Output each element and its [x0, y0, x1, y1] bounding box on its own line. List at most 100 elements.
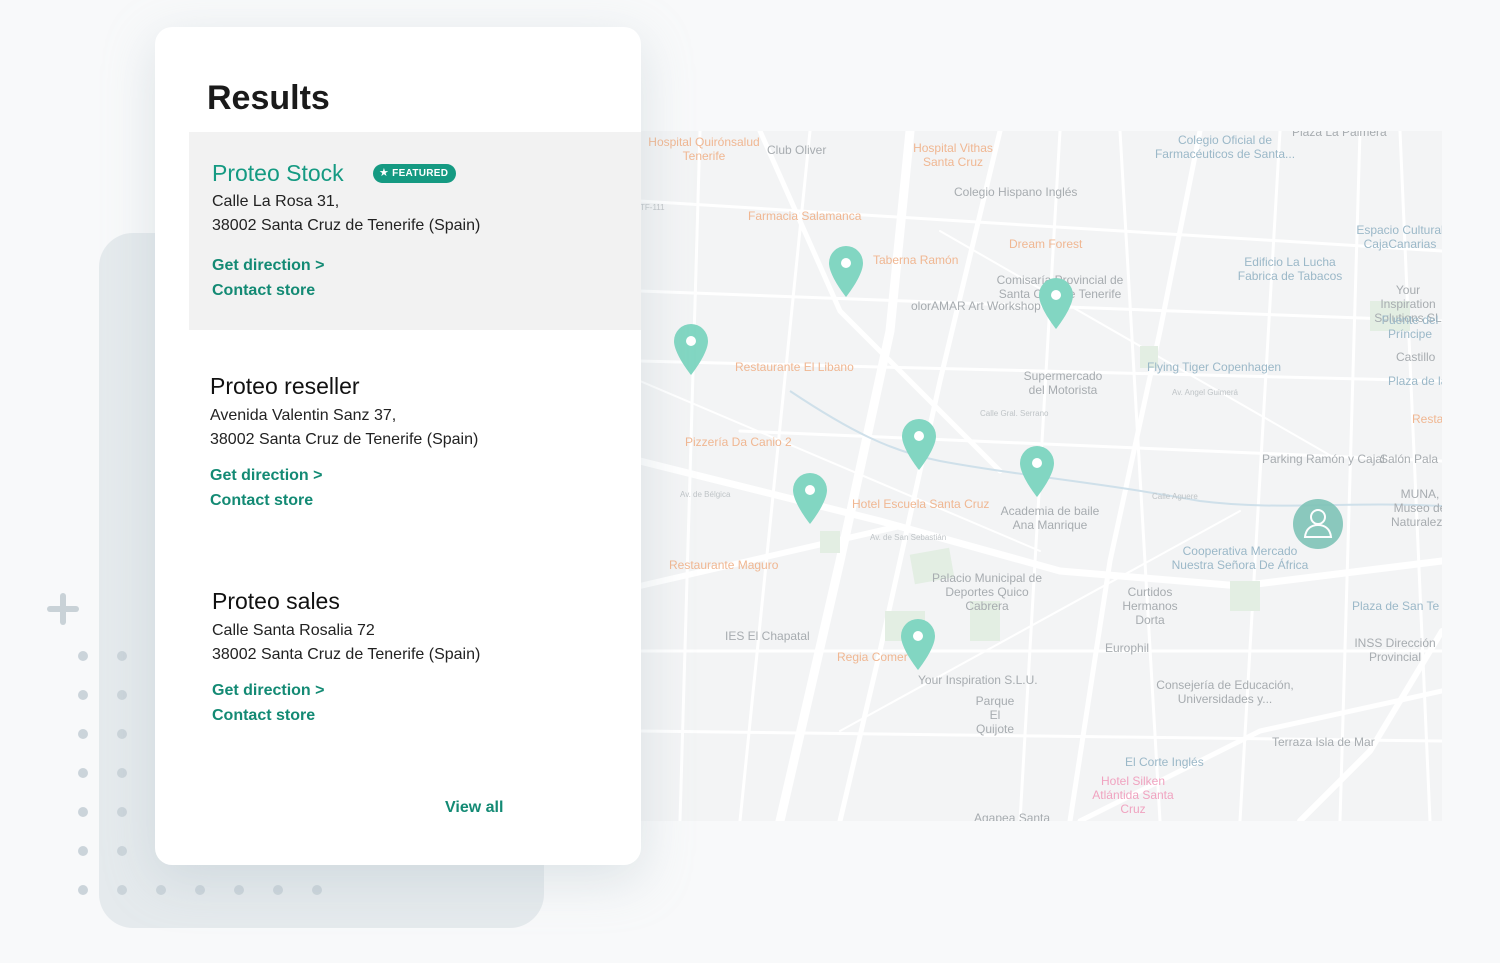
result-address-line1: Calle La Rosa 31,: [212, 193, 340, 210]
decorative-dot: [117, 690, 127, 700]
map-label: Academia de baile Ana Manrique: [1000, 504, 1100, 532]
plus-decoration-icon: [47, 593, 79, 625]
map-label: Hotel Silken Atlántida Santa Cruz: [1092, 774, 1174, 816]
result-item-proteo-sales[interactable]: Proteo sales Calle Santa Rosalia 72 3800…: [155, 582, 641, 742]
result-item-proteo-reseller[interactable]: Proteo reseller Avenida Valentin Sanz 37…: [155, 367, 641, 527]
view-all-link[interactable]: View all: [445, 799, 503, 817]
store-pin-icon[interactable]: [672, 322, 710, 376]
result-name[interactable]: Proteo sales: [212, 588, 340, 615]
map-label: Plaza La Palmera: [1292, 131, 1387, 139]
decorative-dot: [117, 651, 127, 661]
map-label: Regia Comer: [837, 650, 908, 664]
map-label: Your Inspiration S.L.U.: [918, 673, 1038, 687]
map-label: Av. de San Sebastián: [870, 533, 947, 542]
map-label: Cooperativa Mercado Nuestra Señora De Áf…: [1171, 544, 1309, 572]
map-label: Curtidos Hermanos Dorta: [1122, 585, 1178, 627]
map-label: INSS Dirección Provincial: [1354, 636, 1436, 664]
store-map[interactable]: Hospital Quirónsalud Tenerife Club Oliver…: [640, 131, 1442, 821]
map-label: Hotel Escuela Santa Cruz: [852, 497, 990, 511]
decorative-dot: [117, 729, 127, 739]
map-label: TF-111: [640, 203, 665, 212]
map-label: Av. Angel Guimerá: [1172, 388, 1238, 397]
map-label: Av. de Bélgica: [680, 490, 731, 499]
decorative-dot: [117, 846, 127, 856]
decorative-dot: [78, 651, 88, 661]
decorative-dot: [156, 885, 166, 895]
decorative-dot: [312, 885, 322, 895]
star-icon: ★: [379, 167, 390, 179]
map-label: Restaurante Maguro: [669, 558, 779, 572]
map-label: Colegio Hispano Inglés: [954, 185, 1078, 199]
map-label: Restau: [1412, 412, 1442, 426]
map-label: Castillo: [1396, 350, 1436, 364]
result-name[interactable]: Proteo Stock: [212, 160, 344, 187]
map-label: Plaza de San Te: [1352, 599, 1440, 613]
map-label: Europhil: [1105, 641, 1150, 655]
map-label: Palacio Municipal de Deportes Quico Cabr…: [931, 571, 1043, 613]
decorative-dot: [117, 768, 127, 778]
result-item-proteo-stock[interactable]: Proteo Stock ★ FEATURED Calle La Rosa 31,…: [189, 132, 641, 330]
map-label: Espacio Cultural CajaCanarias: [1356, 223, 1442, 251]
map-label: Terraza Isla de Mar: [1272, 735, 1375, 749]
map-label: Salón Pala: [1380, 452, 1439, 466]
map-label: Consejería de Educación, Universidades y…: [1156, 678, 1294, 706]
map-label: Club Oliver: [767, 143, 827, 157]
map-label: IES El Chapatal: [725, 629, 810, 643]
decorative-dot: [117, 807, 127, 817]
decorative-dot: [195, 885, 205, 895]
map-label: El Corte Inglés: [1125, 755, 1204, 769]
featured-badge-label: FEATURED: [392, 168, 449, 179]
map-label: Calle Gral. Serrano: [980, 409, 1049, 418]
map-label: Fuente del Príncipe: [1381, 313, 1439, 341]
user-location-marker[interactable]: [1293, 499, 1343, 549]
contact-store-link[interactable]: Contact store: [212, 707, 315, 725]
contact-store-link[interactable]: Contact store: [212, 282, 315, 300]
get-direction-link[interactable]: Get direction >: [212, 257, 324, 275]
map-label: Pizzería Da Canio 2: [685, 435, 792, 449]
map-label: Taberna Ramón: [873, 253, 959, 267]
decorative-dot: [78, 846, 88, 856]
store-pin-icon[interactable]: [827, 244, 865, 298]
store-pin-icon[interactable]: [791, 471, 829, 525]
store-pin-icon[interactable]: [1037, 276, 1075, 330]
map-label: Dream Forest: [1009, 237, 1083, 251]
featured-badge: ★ FEATURED: [373, 164, 457, 183]
decorative-dot: [234, 885, 244, 895]
result-address-line1: Calle Santa Rosalia 72: [212, 622, 375, 639]
results-panel: Results Proteo Stock ★ FEATURED Calle La …: [155, 27, 641, 865]
map-label: Restaurante El Libano: [735, 360, 854, 374]
map-label: Hospital Quirónsalud Tenerife: [648, 135, 760, 163]
decorative-dot: [78, 690, 88, 700]
decorative-dot: [78, 729, 88, 739]
map-label: MUNA, Museo de Naturaleza: [1390, 487, 1442, 529]
map-label: Plaza de la: [1388, 374, 1442, 388]
store-pin-icon[interactable]: [900, 417, 938, 471]
decorative-dot: [273, 885, 283, 895]
map-label: Colegio Oficial de Farmacéuticos de Sant…: [1154, 133, 1296, 161]
map-label: Farmacia Salamanca: [748, 209, 862, 223]
result-address-line2: 38002 Santa Cruz de Tenerife (Spain): [210, 431, 479, 448]
get-direction-link[interactable]: Get direction >: [212, 682, 324, 700]
map-label: olorAMAR Art Workshop: [911, 299, 1041, 313]
result-address-line2: 38002 Santa Cruz de Tenerife (Spain): [212, 217, 481, 234]
map-label: Edificio La Lucha Fabrica de Tabacos: [1237, 255, 1343, 283]
map-label: Hospital Vithas Santa Cruz: [913, 141, 993, 169]
results-title: Results: [207, 79, 330, 117]
map-label: Parque El Quijote: [975, 694, 1015, 736]
map-label: Supermercado del Motorista: [1023, 369, 1103, 397]
user-icon: [1303, 509, 1333, 538]
map-label: Agapea Santa: [974, 811, 1051, 821]
get-direction-link[interactable]: Get direction >: [210, 467, 322, 485]
decorative-dot: [78, 807, 88, 817]
store-pin-icon[interactable]: [899, 617, 937, 671]
result-address-line1: Avenida Valentin Sanz 37,: [210, 407, 397, 424]
decorative-dot: [78, 768, 88, 778]
map-label: Parking Ramón y Cajal: [1262, 452, 1385, 466]
result-name[interactable]: Proteo reseller: [210, 373, 360, 400]
map-label: Calle Aguere: [1152, 492, 1198, 501]
decorative-dot: [78, 885, 88, 895]
decorative-dot: [117, 885, 127, 895]
contact-store-link[interactable]: Contact store: [210, 492, 313, 510]
map-label: Flying Tiger Copenhagen: [1147, 360, 1282, 374]
store-pin-icon[interactable]: [1018, 444, 1056, 498]
